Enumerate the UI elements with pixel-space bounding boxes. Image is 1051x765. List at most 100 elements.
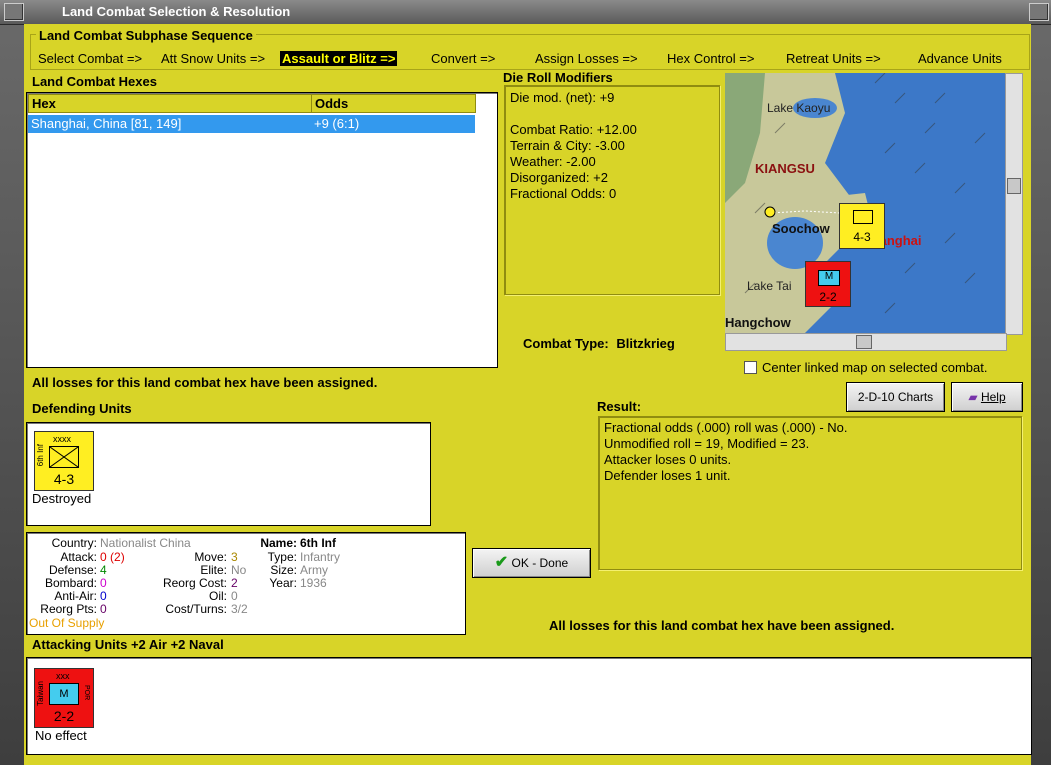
combat-hexes-title: Land Combat Hexes [32,74,157,89]
center-linked-label: Center linked map on selected combat. [762,360,988,375]
attacker-status: No effect [35,728,87,743]
combat-hexes-list[interactable]: Hex Odds Shanghai, China [81, 149] +9 (6… [26,92,498,368]
title-bar[interactable]: Land Combat Selection & Resolution [0,0,1051,25]
stat-reorgpts: 0 [100,602,107,616]
modifier-combat-ratio: Combat Ratio: +12.00 [510,122,637,137]
stat-reorgpts-label: Reorg Pts: [40,602,97,616]
center-linked-checkbox[interactable] [744,361,757,374]
stat-costturns-label: Cost/Turns: [165,602,227,616]
book-icon: ▰ [968,390,978,404]
attacker-symbol: M [49,683,79,705]
stat-bombard: 0 [100,576,107,590]
stat-costturns: 3/2 [231,602,248,616]
attacking-units-title: Attacking Units +2 Air +2 Naval [32,637,224,652]
seq-retreat-units: Retreat Units => [786,51,881,66]
attacking-units-list[interactable]: xxx Taiwan POR M 2-2 No effect [26,657,1032,755]
stat-attack-label: Attack: [60,550,97,564]
result-lines: Fractional odds (.000) roll was (.000) -… [604,420,847,484]
infantry-symbol-icon [49,446,79,468]
subphase-sequence-title: Land Combat Subphase Sequence [36,28,256,43]
unit-stats-box: Country: Nationalist China Attack: 0 (2)… [26,532,466,635]
map-defender-counter[interactable]: 4-3 [839,203,885,249]
stat-name: 6th Inf [300,536,336,550]
charts-button[interactable]: 2-D-10 Charts [846,382,945,412]
stat-country-label: Country: [51,536,97,550]
modifier-terrain: Terrain & City: -3.00 [510,138,625,153]
close-icon[interactable] [1029,3,1049,21]
seq-assault-or-blitz: Assault or Blitz => [280,51,398,66]
result-line-2: Unmodified roll = 19, Modified = 23. [604,436,810,451]
stat-elite-label: Elite: [200,563,227,577]
attacker-corner-label: POR [83,685,90,701]
stat-bombard-label: Bombard: [44,576,97,590]
modifier-net: Die mod. (net): +9 [510,90,615,105]
stat-year: 1936 [300,576,327,590]
combat-type: Combat Type: Blitzkrieg [523,336,675,351]
defender-counter[interactable]: xxxx 6th Inf 4-3 [34,431,94,491]
stat-antiair-label: Anti-Air: [54,589,97,603]
help-label: Help [980,390,1006,404]
map-scrollbar-horizontal[interactable] [725,333,1007,351]
infantry-symbol-icon [853,210,873,224]
attacker-side-label: Taiwan [36,681,45,706]
stat-defense: 4 [100,563,107,577]
stat-attack-mod: (2) [110,550,125,564]
defender-status: Destroyed [32,491,92,506]
stat-name-label: Name: [260,536,297,550]
checkmark-icon: ✔ [494,554,509,571]
map-label-lake-tai: Lake Tai [747,279,792,293]
map-label-kiangsu: KIANGSU [755,161,815,176]
map-attacker-counter[interactable]: M 2-2 [805,261,851,307]
map-scrollbar-vertical[interactable] [1005,73,1023,335]
attacker-counter[interactable]: xxx Taiwan POR M 2-2 [34,668,94,728]
seq-att-snow-units: Att Snow Units => [161,51,266,66]
map-defender-value: 4-3 [853,230,871,244]
window-title: Land Combat Selection & Resolution [62,4,291,19]
hex-cell: Shanghai, China [81, 149] [31,116,182,131]
modifier-lines: Die mod. (net): +9 Combat Ratio: +12.00 … [510,90,637,202]
seq-hex-control: Hex Control => [667,51,755,66]
combat-type-value: Blitzkrieg [616,336,675,351]
defender-side-label: 6th Inf [36,444,45,467]
modifier-weather: Weather: -2.00 [510,154,596,169]
stat-antiair: 0 [100,589,107,603]
defender-value: 4-3 [53,471,75,487]
map-label-hangchow: Hangchow [725,315,791,330]
losses-assigned-message-top: All losses for this land combat hex have… [32,375,378,390]
seq-convert: Convert => [431,51,496,66]
result-box: Fractional odds (.000) roll was (.000) -… [598,416,1022,570]
col-header-odds[interactable]: Odds [311,94,476,113]
stat-type: Infantry [300,550,341,564]
system-menu-icon[interactable] [4,3,24,21]
seq-select-combat: Select Combat => [38,51,143,66]
stat-country: Nationalist China [100,536,191,550]
stat-type-label: Type: [267,550,297,564]
modifier-disorganized: Disorganized: +2 [510,170,608,185]
help-button[interactable]: ▰ Help [951,382,1023,412]
ok-done-button[interactable]: ✔ OK - Done [472,548,591,578]
stat-defense-label: Defense: [48,563,97,577]
defending-units-list[interactable]: xxxx 6th Inf 4-3 Destroyed [26,422,431,526]
result-line-4: Defender loses 1 unit. [604,468,731,483]
stat-year-label: Year: [269,576,297,590]
result-line-3: Attacker loses 0 units. [604,452,732,467]
defender-size-mark: xxxx [53,434,71,444]
col-header-hex[interactable]: Hex [28,94,312,113]
result-title: Result: [597,399,642,414]
linked-map[interactable]: Lake Kaoyu KIANGSU Soochow Shanghai Lake… [725,73,1005,333]
table-row[interactable]: Shanghai, China [81, 149] +9 (6:1) [28,115,475,133]
stat-attack: 0 (2) [100,550,125,564]
map-attacker-value: 2-2 [819,290,837,304]
stat-size: Army [300,563,328,577]
map-scroll-thumb-v[interactable] [1007,178,1021,194]
map-label-lake-kaoyu: Lake Kaoyu [767,101,831,115]
modifier-fractional-odds: Fractional Odds: 0 [510,186,617,201]
map-attacker-symbol: M [818,270,840,286]
defending-units-title: Defending Units [32,401,132,416]
stat-reorgcost-label: Reorg Cost: [162,576,227,590]
stat-supply: Out Of Supply [29,616,105,630]
losses-assigned-message-bottom: All losses for this land combat hex have… [549,618,895,633]
stat-size-label: Size: [270,563,297,577]
map-scroll-thumb-h[interactable] [856,335,872,349]
attacker-size-mark: xxx [56,671,70,681]
